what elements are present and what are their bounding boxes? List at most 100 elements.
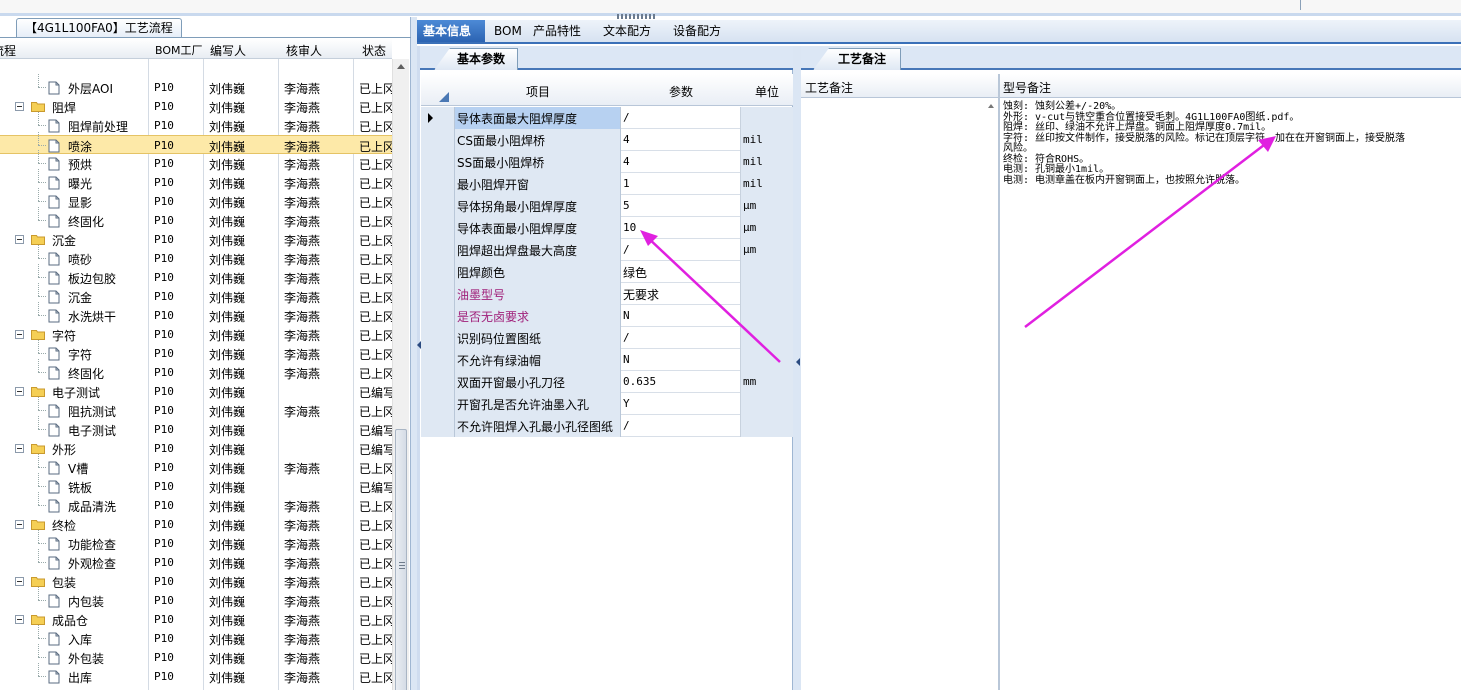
scrollbar-thumb[interactable] — [395, 429, 407, 690]
column-header-bom-factory[interactable]: BOM工厂 — [155, 42, 203, 58]
collapse-toggle-icon[interactable] — [15, 235, 24, 244]
tree-row[interactable]: 成品仓 P10 刘伟巍 李海燕 已上冈 — [0, 610, 392, 629]
param-value-cell[interactable]: 5 — [621, 195, 741, 217]
tree-row[interactable]: 阻焊 P10 刘伟巍 李海燕 已上冈 — [0, 97, 392, 116]
tab-bom[interactable]: BOM — [488, 20, 528, 42]
collapse-toggle-icon[interactable] — [15, 444, 24, 453]
row-header[interactable] — [421, 283, 455, 305]
row-header[interactable] — [421, 173, 455, 195]
row-header[interactable] — [421, 371, 455, 393]
row-header[interactable] — [421, 349, 455, 371]
select-all-corner-icon[interactable] — [439, 92, 449, 102]
params-row[interactable]: 导体表面最小阻焊厚度 10 μm — [421, 217, 793, 239]
tree-row[interactable]: 板边包胶 P10 刘伟巍 李海燕 已上冈 — [0, 264, 392, 287]
param-value-cell[interactable]: 0.635 — [621, 371, 741, 393]
row-header[interactable] — [421, 393, 455, 415]
tab-process-notes[interactable]: 工艺备注 — [813, 48, 902, 70]
tree-row[interactable]: 出库 P10 刘伟巍 李海燕 已上冈 — [0, 663, 392, 686]
tree-row[interactable]: 预烘 P10 刘伟巍 李海燕 已上冈 — [0, 150, 392, 173]
collapse-toggle-icon[interactable] — [15, 520, 24, 529]
param-value-cell[interactable]: / — [621, 107, 741, 129]
param-value-cell[interactable]: / — [621, 239, 741, 261]
tree-row[interactable]: 喷砂 P10 刘伟巍 李海燕 已上冈 — [0, 245, 392, 268]
tree-row[interactable]: 外层AOI P10 刘伟巍 李海燕 已上冈 — [0, 74, 392, 97]
param-value-cell[interactable]: 4 — [621, 129, 741, 151]
params-row[interactable]: 阻焊颜色 绿色 — [421, 261, 793, 283]
param-value-cell[interactable]: 4 — [621, 151, 741, 173]
collapse-toggle-icon[interactable] — [15, 615, 24, 624]
tree-row[interactable]: 阻焊前处理 P10 刘伟巍 李海燕 已上冈 — [0, 112, 392, 135]
tab-equipment-recipe[interactable]: 设备配方 — [667, 20, 727, 42]
tree-row[interactable]: V槽 P10 刘伟巍 李海燕 已上冈 — [0, 454, 392, 477]
row-header[interactable] — [421, 415, 455, 437]
param-value-cell[interactable]: N — [621, 349, 741, 371]
param-value-cell[interactable]: 无要求 — [621, 283, 741, 305]
column-header-status[interactable]: 状态 — [362, 42, 386, 59]
model-notes-text[interactable]: 蚀刻: 蚀刻公差+/-20%。 外形: v-cut与铣空重合位置接受毛刺。4G1… — [1001, 100, 1461, 690]
params-row[interactable]: 双面开窗最小孔刀径 0.635 mm — [421, 371, 793, 393]
tab-basic-params[interactable]: 基本参数 — [434, 48, 519, 70]
param-value-cell[interactable]: / — [621, 327, 741, 349]
tree-row[interactable]: 终检 P10 刘伟巍 李海燕 已上冈 — [0, 515, 392, 534]
tree-row[interactable]: 铣板 P10 刘伟巍 已编写 — [0, 473, 392, 496]
param-value-cell[interactable]: 10 — [621, 217, 741, 239]
params-row[interactable]: 开窗孔是否允许油墨入孔 Y — [421, 393, 793, 415]
column-header-author[interactable]: 编写人 — [210, 42, 246, 59]
tree-row[interactable]: 曝光 P10 刘伟巍 李海燕 已上冈 — [0, 169, 392, 192]
param-value-cell[interactable]: Y — [621, 393, 741, 415]
tree-row[interactable]: 沉金 P10 刘伟巍 李海燕 已上冈 — [0, 283, 392, 306]
params-row[interactable]: 最小阻焊开窗 1 mil — [421, 173, 793, 195]
param-value-cell[interactable]: N — [621, 305, 741, 327]
row-header[interactable] — [421, 239, 455, 261]
vertical-scrollbar[interactable] — [392, 59, 409, 690]
tab-product-features[interactable]: 产品特性 — [527, 20, 587, 42]
column-header-unit[interactable]: 单位 — [741, 83, 793, 100]
params-row[interactable]: SS面最小阻焊桥 4 mil — [421, 151, 793, 173]
column-header-item[interactable]: 项目 — [455, 83, 621, 100]
tree-row[interactable]: 水洗烘干 P10 刘伟巍 李海燕 已上冈 — [0, 302, 392, 325]
collapse-toggle-icon[interactable] — [15, 387, 24, 396]
column-header-reviewer[interactable]: 核审人 — [286, 42, 322, 59]
tree-row[interactable]: 外包装 P10 刘伟巍 李海燕 已上冈 — [0, 644, 392, 667]
row-header[interactable] — [421, 129, 455, 151]
tree-row[interactable]: 外观检查 P10 刘伟巍 李海燕 已上冈 — [0, 549, 392, 572]
tree-row[interactable]: 入库 P10 刘伟巍 李海燕 已上冈 — [0, 625, 392, 648]
param-value-cell[interactable]: 绿色 — [621, 261, 741, 283]
row-header[interactable] — [421, 305, 455, 327]
row-header[interactable] — [421, 107, 455, 129]
tree-row[interactable]: 外形 P10 刘伟巍 已编写 — [0, 439, 392, 458]
tree-row[interactable]: 显影 P10 刘伟巍 李海燕 已上冈 — [0, 188, 392, 211]
tree-row[interactable]: 字符 P10 刘伟巍 李海燕 已上冈 — [0, 325, 392, 344]
params-row[interactable]: 导体表面最大阻焊厚度 / — [421, 107, 793, 129]
scroll-up-arrow-icon[interactable] — [988, 104, 994, 108]
collapse-arrow-icon[interactable] — [417, 341, 421, 349]
row-header[interactable] — [421, 151, 455, 173]
tree-row[interactable]: 成品清洗 P10 刘伟巍 李海燕 已上冈 — [0, 492, 392, 515]
params-row[interactable]: 识别码位置图纸 / — [421, 327, 793, 349]
tree-row[interactable]: 终固化 P10 刘伟巍 李海燕 已上冈 — [0, 359, 392, 382]
params-row[interactable]: 不允许阻焊入孔最小孔径图纸 / — [421, 415, 793, 437]
tree-row[interactable]: 喷涂 P10 刘伟巍 李海燕 已上冈 — [0, 132, 392, 154]
params-row[interactable]: 油墨型号 无要求 — [421, 283, 793, 305]
process-flow-tab[interactable]: 【4G1L100FA0】工艺流程 — [16, 18, 182, 37]
right-splitter[interactable] — [793, 46, 801, 690]
collapse-toggle-icon[interactable] — [15, 330, 24, 339]
params-row[interactable]: 导体拐角最小阻焊厚度 5 μm — [421, 195, 793, 217]
scroll-up-arrow-icon[interactable] — [397, 64, 405, 69]
tree-row[interactable]: 字符 P10 刘伟巍 李海燕 已上冈 — [0, 340, 392, 363]
collapse-arrow-icon[interactable] — [796, 358, 800, 366]
params-row[interactable]: 不允许有绿油帽 N — [421, 349, 793, 371]
tree-row[interactable]: 内包装 P10 刘伟巍 李海燕 已上冈 — [0, 587, 392, 610]
params-row[interactable]: 阻焊超出焊盘最大高度 / μm — [421, 239, 793, 261]
tree-row[interactable]: 功能检查 P10 刘伟巍 李海燕 已上冈 — [0, 530, 392, 553]
row-header[interactable] — [421, 327, 455, 349]
row-header[interactable] — [421, 217, 455, 239]
param-value-cell[interactable]: 1 — [621, 173, 741, 195]
tree-row[interactable]: 沉金 P10 刘伟巍 李海燕 已上冈 — [0, 230, 392, 249]
notes-column-divider[interactable] — [998, 74, 1000, 690]
collapse-toggle-icon[interactable] — [15, 577, 24, 586]
tree-row[interactable]: 电子测试 P10 刘伟巍 已编写 — [0, 416, 392, 439]
row-header[interactable] — [421, 261, 455, 283]
params-row[interactable]: 是否无卤要求 N — [421, 305, 793, 327]
tree-row[interactable]: 包装 P10 刘伟巍 李海燕 已上冈 — [0, 572, 392, 591]
